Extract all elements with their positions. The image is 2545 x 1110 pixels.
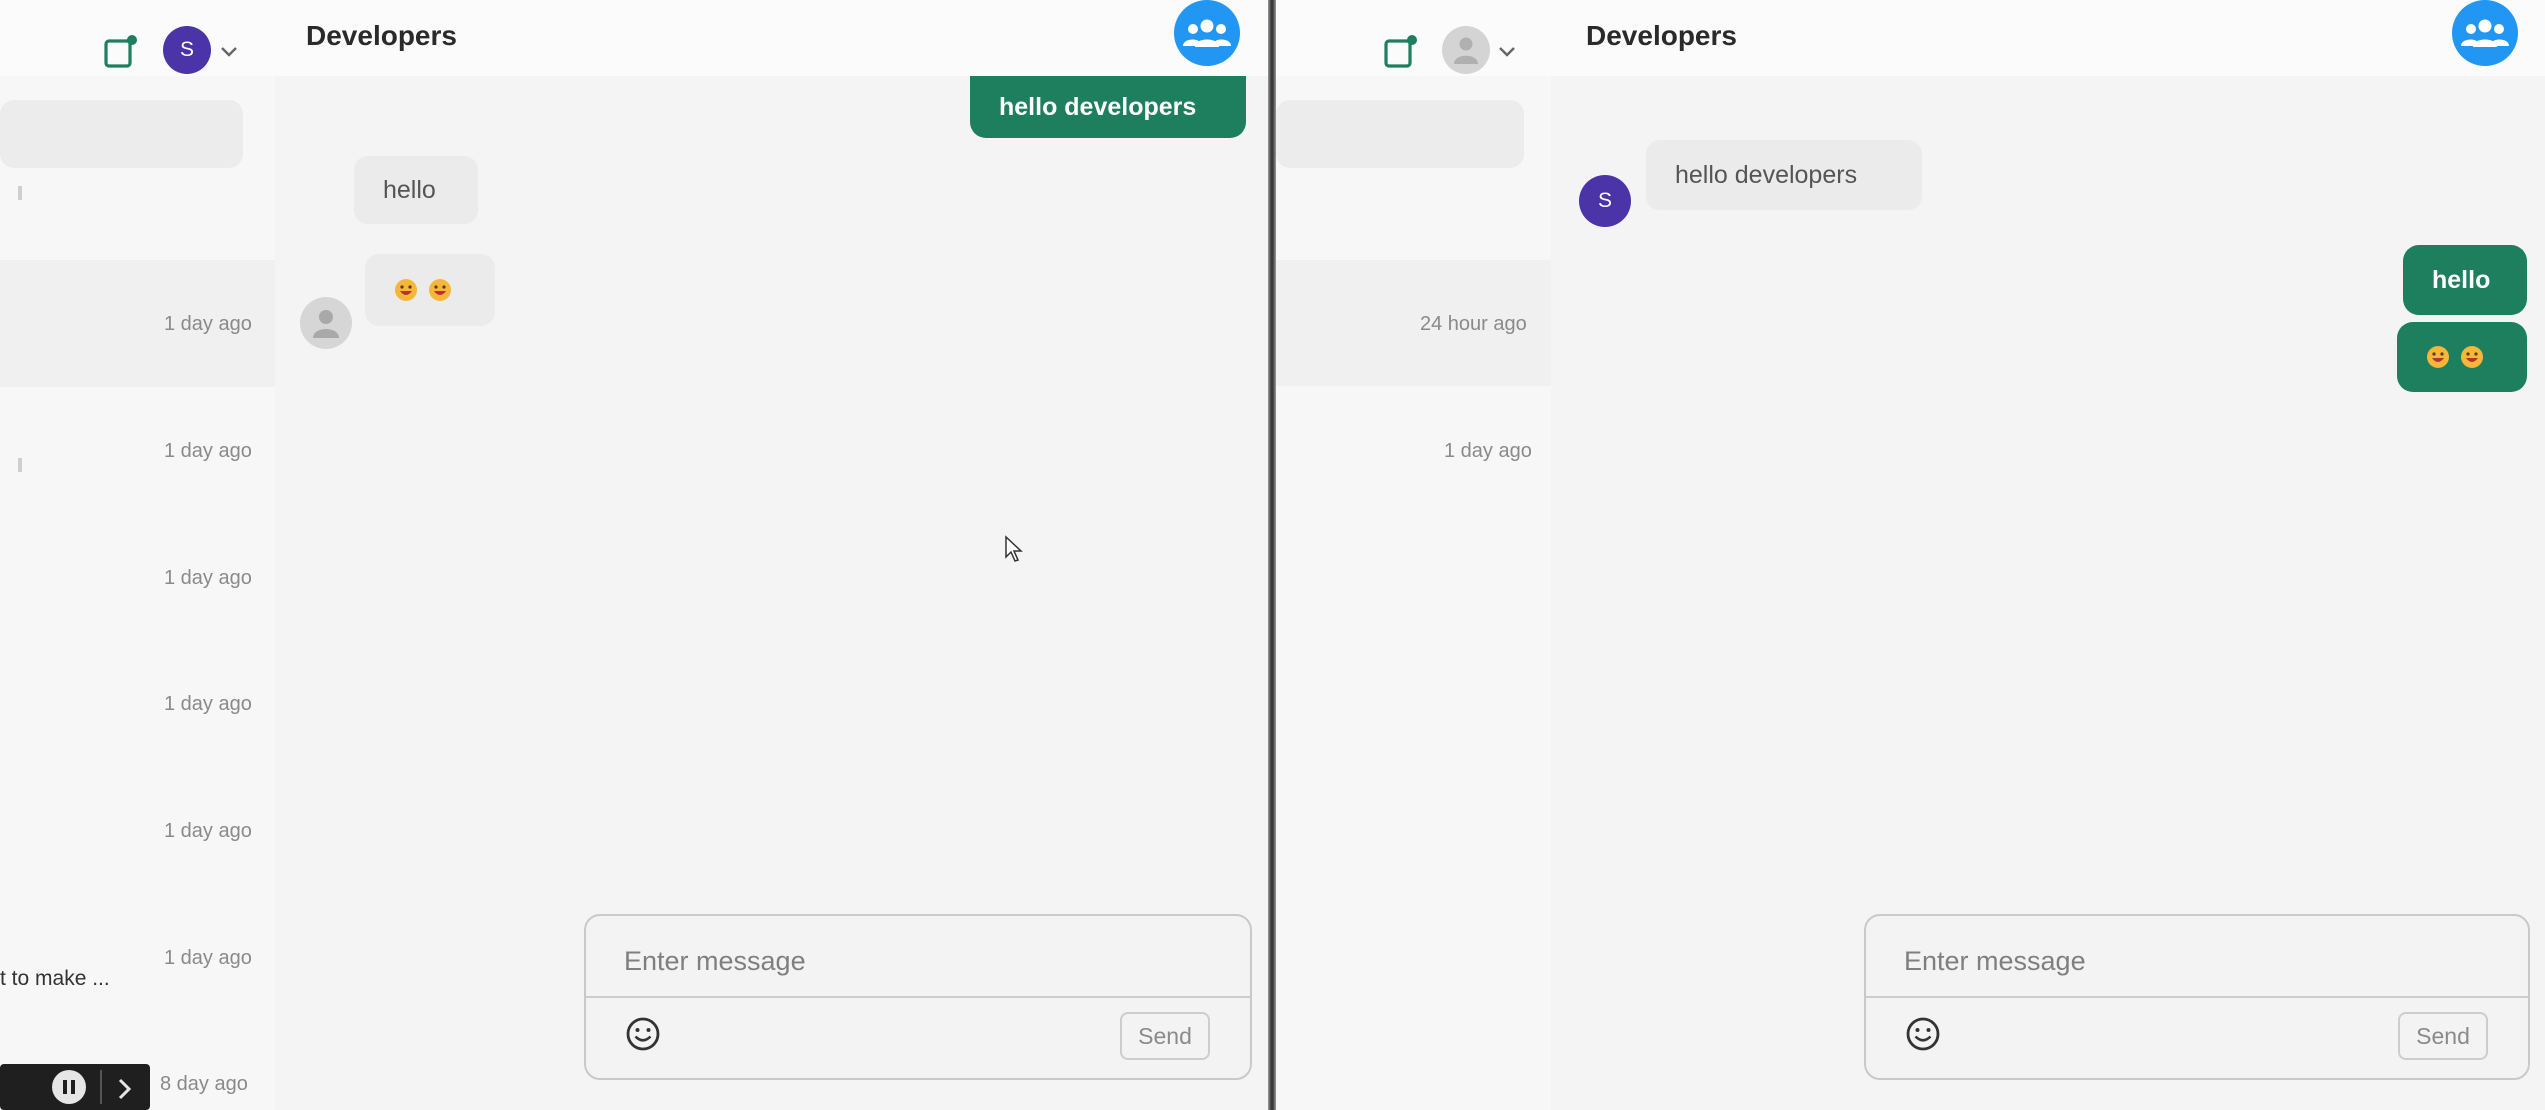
conversation-time: 1 day ago [1444,440,1532,462]
message-input[interactable] [624,940,1204,982]
conversation-preview[interactable]: t to make ... [0,967,110,991]
user-icon [1454,37,1478,64]
message-bubble-outgoing: hello [2403,245,2527,315]
avatar-initial: S [179,38,194,61]
group-icon [2461,19,2509,47]
avatar-initial: S [1597,189,1612,212]
conversation-time: 1 day ago [164,947,252,969]
send-button[interactable]: Send [2398,1012,2488,1060]
pause-button[interactable] [52,1070,86,1104]
compose-icon[interactable] [104,34,138,68]
window-divider [1268,0,1276,1110]
conversation-time: 1 day ago [164,820,252,842]
search-box[interactable] [0,100,243,168]
player-separator [100,1070,102,1104]
conversation-sidebar: 24 hour ago 1 day ago [1276,0,1551,1110]
message-input[interactable] [1904,940,2484,982]
message-bubble-outgoing [2397,322,2527,392]
message-bubble-incoming [365,254,495,326]
compose-icon[interactable] [1384,34,1418,68]
message-text: hello developers [1675,160,1858,189]
composer-divider [1866,996,2528,998]
conversation-time: 8 day ago [160,1073,248,1095]
user-icon [313,310,339,338]
next-icon[interactable] [112,1074,138,1104]
group-icon [1183,19,1231,47]
grinning-emoji-icon [2427,346,2449,368]
message-bubble-outgoing: hello developers [970,76,1246,138]
sender-avatar[interactable]: S [1579,175,1631,227]
search-box[interactable] [1276,100,1524,168]
sender-avatar[interactable] [300,297,352,349]
right-chat-window: 24 hour ago 1 day ago Developers hello d… [1276,0,2545,1110]
chevron-down-icon[interactable] [218,40,240,62]
user-avatar[interactable] [1442,26,1490,74]
smiley-icon[interactable] [1904,1015,1942,1053]
divider-mark [18,186,22,200]
user-avatar[interactable]: S [163,26,211,74]
video-player-controls [0,1064,150,1110]
conversation-sidebar: S 1 day ago 1 day ago 1 day ago 1 day ag… [0,0,275,1110]
message-text: hello [2432,265,2491,294]
conversation-time: 1 day ago [164,693,252,715]
message-bubble-incoming: hello [354,156,478,224]
group-info-button[interactable] [1174,0,1240,66]
chat-title: Developers [306,20,457,51]
group-info-button[interactable] [2452,0,2518,66]
message-text: hello developers [999,92,1197,121]
conversation-time: 24 hour ago [1420,313,1527,335]
divider-mark [18,458,22,472]
composer-divider [586,996,1250,998]
grinning-emoji-icon [429,279,451,301]
message-composer: Send [584,914,1252,1080]
conversation-time: 1 day ago [164,440,252,462]
chat-title: Developers [1586,20,1737,51]
message-text: hello [383,175,436,204]
smiley-icon[interactable] [624,1015,662,1053]
cursor-icon [1005,535,1023,562]
send-button[interactable]: Send [1120,1012,1210,1060]
chevron-down-icon[interactable] [1496,40,1518,62]
pause-icon [63,1080,75,1094]
grinning-emoji-icon [2461,346,2483,368]
message-composer: Send [1864,914,2530,1080]
conversation-time: 1 day ago [164,313,252,335]
message-bubble-incoming: hello developers [1646,140,1922,210]
conversation-time: 1 day ago [164,567,252,589]
grinning-emoji-icon [395,279,417,301]
left-chat-window: S 1 day ago 1 day ago 1 day ago 1 day ag… [0,0,1268,1110]
